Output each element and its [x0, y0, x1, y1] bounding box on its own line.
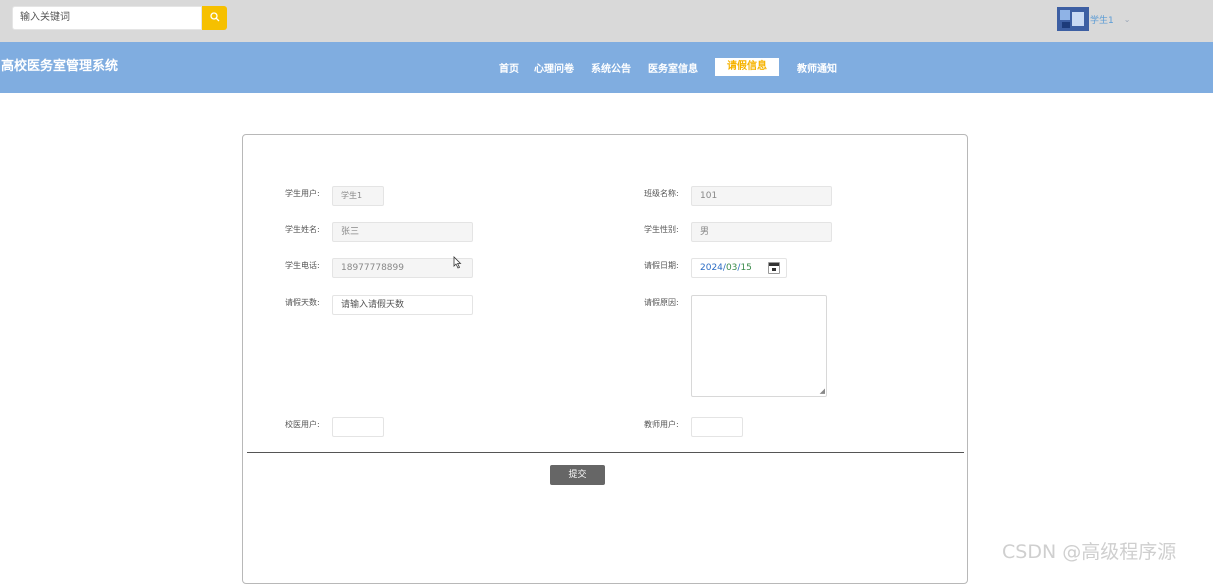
student-user-label: 学生用户: [285, 189, 320, 198]
student-phone-field[interactable]: 18977778899 [332, 258, 473, 278]
user-menu[interactable]: 学生1 ⌄ [1057, 7, 1130, 31]
avatar[interactable] [1057, 7, 1089, 31]
resize-handle-icon[interactable]: ◢ [820, 388, 825, 395]
top-bar: 输入关键词 学生1 ⌄ [0, 0, 1213, 42]
text-cursor-icon [453, 256, 462, 272]
leave-form: 学生用户: 学生1 班级名称: 101 学生姓名: 张三 学生性别: 男 学生电… [242, 134, 968, 584]
nav-item-leave-info[interactable]: 请假信息 [715, 58, 779, 76]
site-title: 高校医务室管理系统 [1, 59, 119, 74]
class-name-label: 班级名称: [644, 189, 679, 198]
nav-bar: 高校医务室管理系统 首页 心理问卷 系统公告 医务室信息 请假信息 教师通知 [0, 42, 1213, 93]
search-input[interactable]: 输入关键词 [12, 6, 202, 30]
nav-item-announcement[interactable]: 系统公告 [591, 60, 631, 75]
leave-date-input[interactable]: 2024/03/15 [691, 258, 787, 278]
form-divider [247, 452, 964, 453]
leave-date-day: 15 [740, 263, 752, 273]
student-phone-label: 学生电话: [285, 261, 320, 270]
leave-date-month: 03 [725, 263, 738, 273]
teacher-user-label: 教师用户: [644, 420, 679, 429]
leave-reason-textarea[interactable]: ◢ [691, 295, 827, 397]
teacher-user-field[interactable] [691, 417, 743, 437]
nav-item-teacher-notice[interactable]: 教师通知 [797, 60, 837, 75]
leave-reason-label: 请假原因: [644, 298, 679, 307]
watermark: CSDN @高级程序源 [1002, 541, 1177, 563]
nav-item-clinic-info[interactable]: 医务室信息 [648, 60, 698, 75]
student-name-label: 学生姓名: [285, 225, 320, 234]
submit-button[interactable]: 提交 [550, 465, 605, 485]
student-gender-label: 学生性别: [644, 225, 679, 234]
doctor-user-field[interactable] [332, 417, 384, 437]
student-gender-field[interactable]: 男 [691, 222, 832, 242]
student-name-field[interactable]: 张三 [332, 222, 473, 242]
calendar-icon[interactable] [768, 262, 780, 274]
search-button[interactable] [202, 6, 227, 30]
leave-date-year: 2024 [700, 263, 723, 273]
doctor-user-label: 校医用户: [285, 420, 320, 429]
user-name[interactable]: 学生1 [1090, 13, 1114, 26]
nav-item-questionnaire[interactable]: 心理问卷 [534, 60, 574, 75]
class-name-field[interactable]: 101 [691, 186, 832, 206]
leave-days-input[interactable]: 请输入请假天数 [332, 295, 473, 315]
leave-days-label: 请假天数: [285, 298, 320, 307]
leave-date-label: 请假日期: [644, 261, 679, 270]
nav-item-home[interactable]: 首页 [499, 60, 519, 75]
student-user-field[interactable]: 学生1 [332, 186, 384, 206]
search-icon [209, 11, 220, 25]
chevron-down-icon[interactable]: ⌄ [1124, 15, 1131, 24]
